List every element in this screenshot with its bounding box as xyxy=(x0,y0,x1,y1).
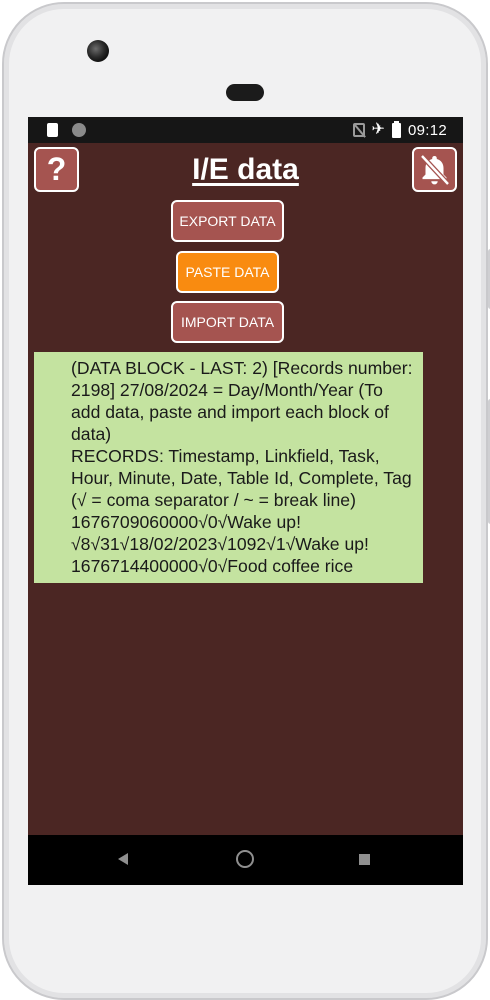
home-circle-icon[interactable] xyxy=(236,850,254,868)
status-bar: ✈ 09:12 xyxy=(28,117,463,143)
bell-off-icon xyxy=(420,154,450,186)
import-data-button[interactable]: IMPORT DATA xyxy=(171,301,284,343)
paste-data-button[interactable]: PASTE DATA xyxy=(176,251,279,293)
status-icons: ✈ 09:12 xyxy=(352,120,447,139)
front-camera xyxy=(87,40,109,62)
page-title: I/E data xyxy=(192,153,299,186)
back-triangle-icon[interactable] xyxy=(118,853,128,865)
sync-circle-icon xyxy=(72,123,86,137)
recents-square-icon[interactable] xyxy=(359,854,370,865)
data-block-text[interactable]: (DATA BLOCK - LAST: 2) [Records number: … xyxy=(34,352,423,583)
sd-card-icon xyxy=(47,123,58,137)
screen: ✈ 09:12 ? I/E data EXPORT DATA PASTE DAT… xyxy=(28,117,463,885)
battery-icon xyxy=(391,120,401,138)
navigation-bar xyxy=(28,835,463,885)
status-time: 09:12 xyxy=(407,121,447,139)
phone-frame: ✈ 09:12 ? I/E data EXPORT DATA PASTE DAT… xyxy=(2,2,490,1000)
notifications-off-button[interactable] xyxy=(412,147,457,192)
earpiece-speaker xyxy=(226,84,264,101)
no-sim-icon xyxy=(352,123,365,137)
airplane-icon: ✈ xyxy=(371,121,385,138)
export-data-button[interactable]: EXPORT DATA xyxy=(171,200,284,242)
